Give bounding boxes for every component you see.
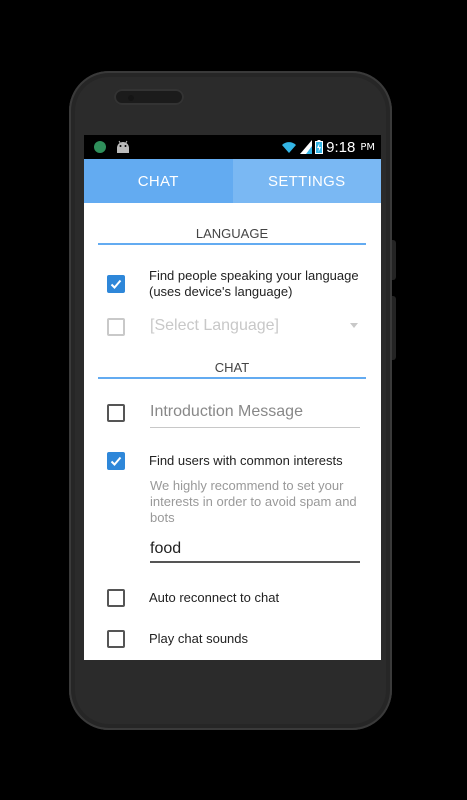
app-screen: 9:18 PM CHAT SETTINGS LANGUAGE Find peop… xyxy=(84,135,381,660)
clock-ampm: PM xyxy=(360,141,375,153)
signal-icon xyxy=(300,140,313,154)
bottom-bezel xyxy=(84,660,381,670)
find-people-language-label-line1: Find people speaking your language xyxy=(149,268,359,283)
status-icons: 9:18 PM xyxy=(281,138,375,156)
tab-settings[interactable]: SETTINGS xyxy=(232,159,381,203)
phone-camera xyxy=(128,95,134,101)
phone-speaker xyxy=(114,89,184,105)
checkmark-icon xyxy=(110,456,122,466)
intro-message-underline xyxy=(150,427,360,428)
common-interests-label[interactable]: Find users with common interests xyxy=(149,453,343,469)
checkmark-icon xyxy=(110,279,122,289)
section-title-chat: CHAT xyxy=(214,360,250,375)
interests-hint-line1: We highly recommend to set your xyxy=(150,478,344,493)
select-language-dropdown[interactable]: [Select Language] xyxy=(150,317,279,335)
battery-icon xyxy=(315,140,324,154)
find-people-language-label-line2: (uses device's language) xyxy=(149,284,293,299)
interests-input[interactable]: food xyxy=(150,540,181,558)
common-interests-checkbox[interactable] xyxy=(107,452,125,470)
intro-message-input[interactable]: Introduction Message xyxy=(150,403,303,421)
intro-message-checkbox[interactable] xyxy=(107,404,125,422)
interests-hint: We highly recommend to set your interest… xyxy=(150,478,370,526)
find-people-language-label[interactable]: Find people speaking your language (uses… xyxy=(149,268,374,300)
auto-reconnect-label[interactable]: Auto reconnect to chat xyxy=(149,590,279,606)
interests-hint-line3: bots xyxy=(150,510,175,525)
find-people-language-checkbox[interactable] xyxy=(107,275,125,293)
select-language-checkbox[interactable] xyxy=(107,318,125,336)
volume-button xyxy=(392,296,396,360)
tab-chat[interactable]: CHAT xyxy=(84,159,233,203)
status-bar: 9:18 PM xyxy=(84,135,381,159)
section-title-language: LANGUAGE xyxy=(195,226,269,241)
power-button xyxy=(392,240,396,280)
play-sounds-checkbox[interactable] xyxy=(107,630,125,648)
app-notification-icon xyxy=(94,141,106,153)
interests-hint-line2: interests in order to avoid spam and xyxy=(150,494,357,509)
tab-bar: CHAT SETTINGS xyxy=(84,159,381,203)
section-divider-language xyxy=(98,243,366,245)
play-sounds-label[interactable]: Play chat sounds xyxy=(149,631,248,647)
interests-input-underline xyxy=(150,561,360,563)
android-icon xyxy=(117,140,129,153)
section-divider-chat xyxy=(98,377,366,379)
chevron-down-icon xyxy=(350,323,358,328)
auto-reconnect-checkbox[interactable] xyxy=(107,589,125,607)
wifi-icon xyxy=(282,142,297,153)
clock-time: 9:18 xyxy=(326,138,356,156)
